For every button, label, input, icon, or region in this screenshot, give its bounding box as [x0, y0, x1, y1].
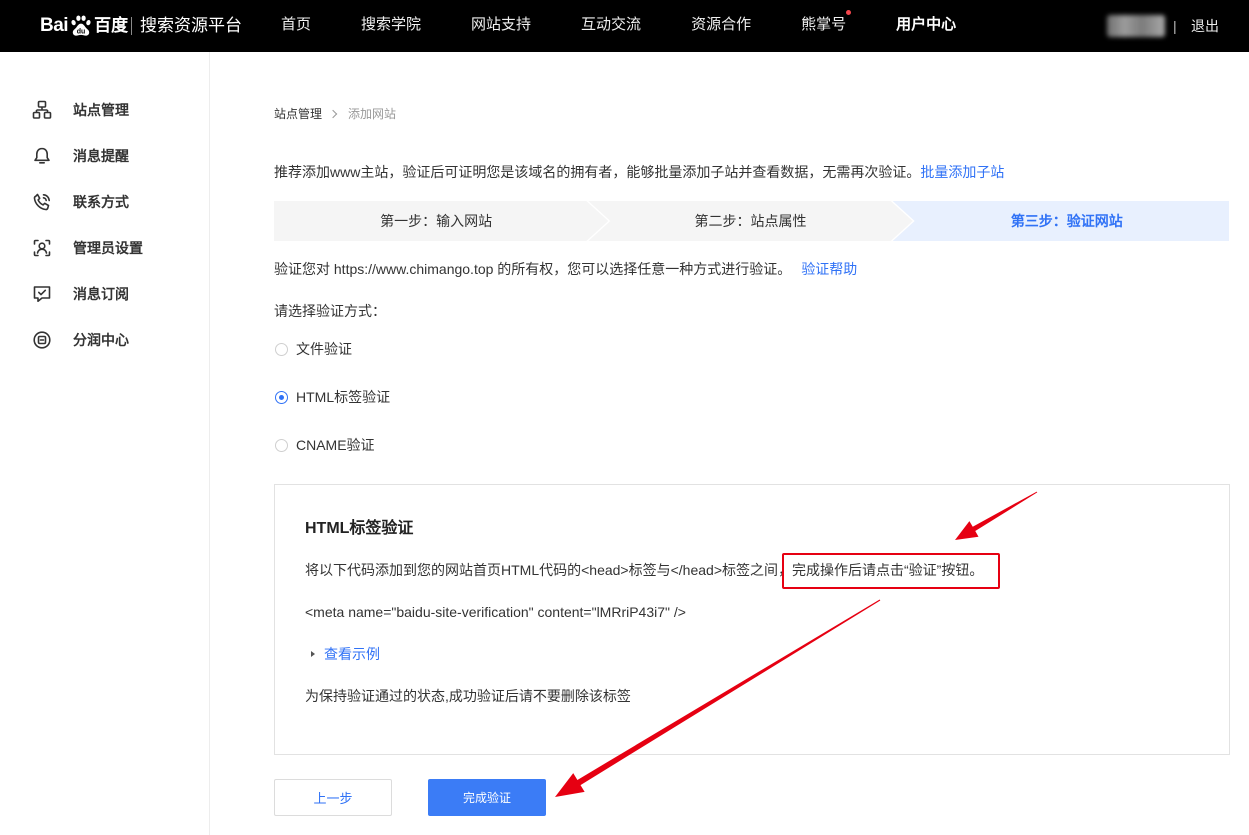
nav-site-support[interactable]: 网站支持 [471, 15, 531, 35]
sidebar-item-site-management[interactable]: 站点管理 [0, 87, 209, 133]
verification-methods: 文件验证 HTML标签验证 CNAME验证 [274, 337, 390, 481]
sidebar: 站点管理 消息提醒 联系方式 管理员设置 消息订阅 分润中心 [0, 52, 210, 835]
logo-text-bai: Bai [40, 15, 69, 36]
nav-search-academy[interactable]: 搜索学院 [361, 15, 421, 35]
intro-text: 推荐添加www主站，验证后可证明您是该域名的拥有者，能够批量添加子站并查看数据，… [274, 163, 1004, 181]
step-progress: 第一步：输入网站 第二步：站点属性 第三步：验证网站 [274, 201, 1229, 241]
prev-step-button[interactable]: 上一步 [274, 779, 392, 816]
breadcrumb-root[interactable]: 站点管理 [274, 106, 322, 122]
step-label: 第三步：验证网站 [1010, 213, 1123, 229]
header-separator: | [1173, 18, 1177, 34]
sidebar-item-label: 管理员设置 [73, 240, 143, 256]
nav-label: 资源合作 [691, 16, 752, 33]
method-prompt: 请选择验证方式： [274, 303, 386, 319]
instruction-text: 将以下代码添加到您的网站首页HTML代码的<head>标签与</head>标签之… [305, 562, 792, 578]
verify-help-link[interactable]: 验证帮助 [801, 261, 857, 277]
nav-label: 互动交流 [581, 16, 642, 33]
username-blurred[interactable] [1107, 15, 1165, 37]
notification-dot [846, 10, 852, 15]
breadcrumb: 站点管理 添加网站 [274, 106, 396, 122]
nav-label: 首页 [281, 16, 312, 33]
baidu-logo[interactable]: Bai du 百度 [40, 13, 128, 39]
chat-check-icon [32, 284, 52, 304]
sidebar-item-label: 联系方式 [73, 194, 129, 210]
nav-label: 网站支持 [471, 16, 532, 33]
method-cname[interactable]: CNAME验证 [274, 433, 390, 457]
view-example-link[interactable]: 查看示例 [324, 644, 380, 664]
instruction-highlight-wrap: 完成操作后请点击“验证”按钮。 [782, 553, 1001, 589]
breadcrumb-current: 添加网站 [348, 107, 397, 121]
method-label[interactable]: CNAME验证 [296, 435, 375, 455]
platform-name[interactable]: 搜索资源平台 [140, 14, 242, 38]
finish-verification-button[interactable]: 完成验证 [428, 779, 546, 816]
step-1: 第一步：输入网站 [274, 201, 608, 241]
sidebar-item-label: 消息订阅 [73, 286, 129, 302]
phone-icon [32, 192, 52, 212]
top-nav-bar: Bai du 百度 搜索资源平台 首页 搜索学院 网站支持 互动交流 资源合作 … [0, 0, 1249, 52]
profit-circle-icon [32, 330, 52, 350]
nav-label: 搜索学院 [361, 16, 422, 33]
logo-text-baidu-cn: 百度 [94, 16, 129, 35]
intro-description: 推荐添加www主站，验证后可证明您是该域名的拥有者，能够批量添加子站并查看数据，… [274, 164, 921, 180]
main-nav: 首页 搜索学院 网站支持 互动交流 资源合作 熊掌号 用户中心 [281, 10, 956, 35]
nav-user-center[interactable]: 用户中心 [896, 15, 956, 35]
instruction-highlight: 完成操作后请点击“验证”按钮。 [792, 562, 984, 578]
step-label: 第二步：站点属性 [694, 213, 807, 229]
verify-intro-text: 验证您对 https://www.chimango.top 的所有权，您可以选择… [274, 261, 792, 277]
html-tag-panel: HTML标签验证 将以下代码添加到您的网站首页HTML代码的<head>标签与<… [274, 484, 1230, 755]
sitemap-icon [32, 100, 52, 120]
sidebar-item-admin-settings[interactable]: 管理员设置 [0, 225, 209, 271]
logout-link[interactable]: 退出 [1191, 16, 1219, 36]
sidebar-item-label: 消息提醒 [73, 148, 129, 164]
admin-card-icon [32, 238, 52, 258]
bell-icon [32, 146, 52, 166]
method-html-tag[interactable]: HTML标签验证 [274, 385, 390, 409]
method-label[interactable]: HTML标签验证 [296, 387, 390, 407]
caret-right-icon [311, 651, 315, 657]
nav-resource-cooperation[interactable]: 资源合作 [691, 15, 751, 35]
nav-community[interactable]: 互动交流 [581, 15, 641, 35]
panel-instruction: 将以下代码添加到您的网站首页HTML代码的<head>标签与</head>标签之… [305, 553, 1001, 589]
radio-file[interactable] [275, 342, 288, 356]
verify-intro: 验证您对 https://www.chimango.top 的所有权，您可以选择… [274, 260, 857, 278]
view-example-toggle[interactable]: 查看示例 [305, 644, 380, 664]
nav-home[interactable]: 首页 [281, 15, 311, 35]
nav-label: 熊掌号 [801, 16, 847, 33]
logo-divider [131, 17, 132, 35]
logo-text-du: du [77, 29, 86, 36]
step-2: 第二步：站点属性 [588, 201, 912, 241]
batch-add-subsites-link[interactable]: 批量添加子站 [920, 164, 1004, 180]
radio-cname[interactable] [275, 438, 288, 452]
sidebar-item-message-alerts[interactable]: 消息提醒 [0, 133, 209, 179]
nav-xiongzhang[interactable]: 熊掌号 [801, 10, 852, 35]
sidebar-item-contact[interactable]: 联系方式 [0, 179, 209, 225]
radio-html-tag[interactable] [275, 390, 288, 404]
sidebar-item-label: 分润中心 [73, 332, 129, 348]
panel-title: HTML标签验证 [305, 520, 414, 537]
verification-code[interactable]: <meta name="baidu-site-verification" con… [305, 602, 686, 622]
sidebar-item-profit-center[interactable]: 分润中心 [0, 317, 209, 363]
step-3: 第三步：验证网站 [892, 201, 1229, 241]
panel-note: 为保持验证通过的状态,成功验证后请不要删除该标签 [305, 688, 631, 704]
method-label[interactable]: 文件验证 [296, 339, 352, 359]
sidebar-item-label: 站点管理 [73, 102, 129, 118]
step-label: 第一步：输入网站 [380, 213, 493, 229]
sidebar-item-message-subscription[interactable]: 消息订阅 [0, 271, 209, 317]
chevron-right-icon [328, 109, 338, 119]
baidu-paw-icon: du [71, 15, 91, 36]
nav-label: 用户中心 [896, 16, 957, 33]
method-file[interactable]: 文件验证 [274, 337, 390, 361]
